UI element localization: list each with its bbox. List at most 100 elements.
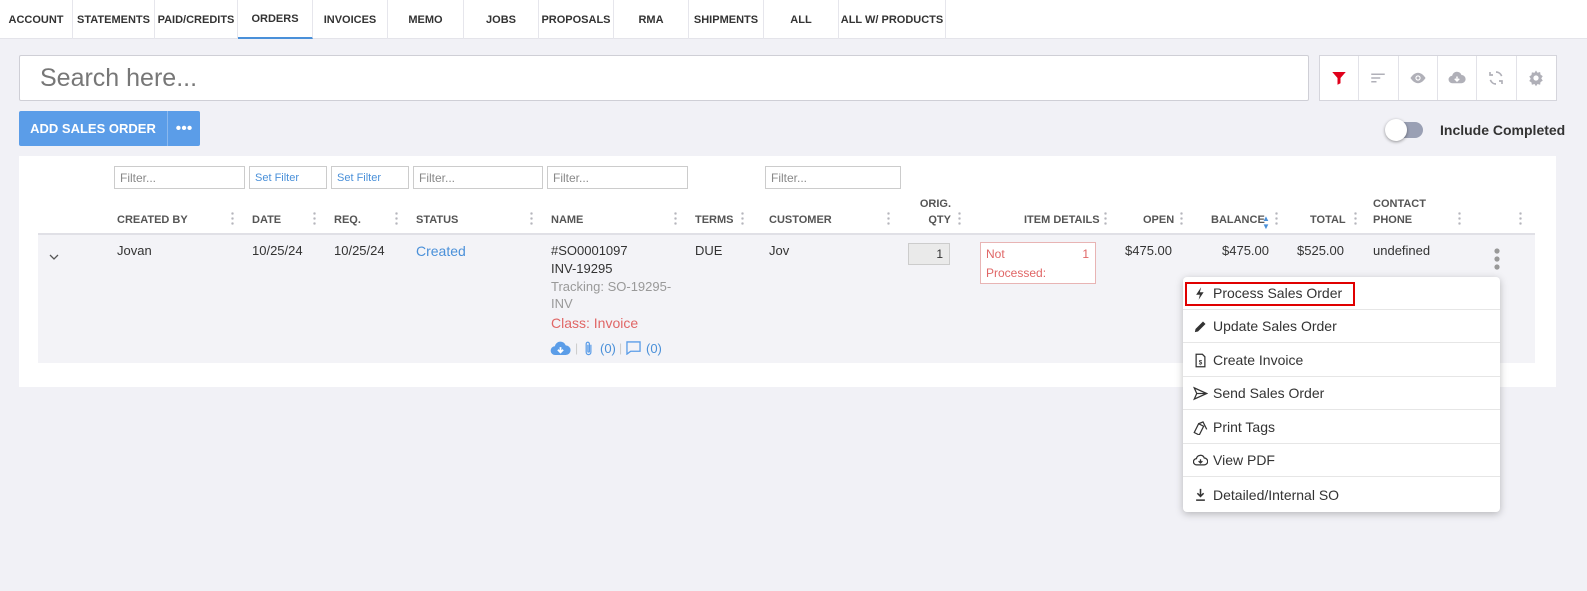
cell-open: $475.00 (1125, 243, 1172, 258)
sort-desc-icon: ▲ ▼ (1262, 214, 1270, 231)
menu-item-update-sales-order[interactable]: Update Sales Order (1183, 310, 1500, 343)
include-completed-label: Include Completed (1440, 122, 1566, 138)
cell-total: $525.00 (1297, 243, 1344, 258)
cell-tracking-line1: Tracking: SO-19295- (551, 279, 672, 294)
cloud-download-icon[interactable] (1438, 56, 1478, 100)
cloud-download-icon[interactable] (550, 340, 571, 361)
item-status-line2: Processed: (986, 266, 1047, 280)
cell-created-by: Jovan (117, 243, 152, 258)
filter-name[interactable]: Filter... (547, 166, 688, 189)
toggle-knob (1385, 119, 1407, 141)
filter-status[interactable]: Filter... (413, 166, 543, 189)
column-balance[interactable]: BALANCE (1211, 214, 1265, 226)
column-resize-handle[interactable] (395, 211, 398, 225)
column-resize-handle[interactable] (1354, 211, 1357, 225)
filter-req[interactable]: Set Filter (331, 166, 409, 189)
column-resize-handle[interactable] (313, 211, 316, 225)
column-customer[interactable]: CUSTOMER (769, 214, 832, 226)
column-resize-handle[interactable] (887, 211, 890, 225)
tab-statements[interactable]: STATEMENTS (73, 0, 155, 39)
tab-all-with-products[interactable]: ALL W/ PRODUCTS (839, 0, 946, 39)
menu-item-label: Process Sales Order (1213, 285, 1343, 301)
attachments-count[interactable]: (0) (600, 341, 616, 356)
column-date[interactable]: DATE (252, 214, 281, 226)
column-item-details[interactable]: ITEM DETAILS (1024, 214, 1100, 226)
add-sales-order-button[interactable]: ADD SALES ORDER (19, 111, 167, 146)
cell-balance: $475.00 (1222, 243, 1269, 258)
column-resize-handle[interactable] (1458, 211, 1461, 225)
sort-icon[interactable] (1359, 56, 1399, 100)
comment-icon[interactable] (626, 341, 641, 360)
toolbar (1319, 55, 1557, 101)
column-resize-handle[interactable] (958, 211, 961, 225)
orig-qty-input: 1 (908, 243, 950, 265)
column-contact-line2[interactable]: PHONE (1373, 214, 1412, 226)
tab-proposals[interactable]: PROPOSALS (539, 0, 614, 39)
download-icon (1183, 487, 1213, 502)
tab-paid-credits[interactable]: PAID/CREDITS (155, 0, 238, 39)
refresh-icon[interactable] (1477, 56, 1517, 100)
cell-invoice-number[interactable]: INV-19295 (551, 261, 612, 276)
menu-item-print-tags[interactable]: Print Tags (1183, 411, 1500, 444)
chevron-down-icon[interactable] (48, 250, 60, 268)
column-contact-line1[interactable]: CONTACT (1373, 198, 1426, 210)
cloud-download-icon (1183, 453, 1213, 468)
cell-req: 10/25/24 (334, 243, 385, 258)
item-status-line1: Not (986, 247, 1005, 261)
cell-status[interactable]: Created (416, 243, 466, 259)
filter-icon[interactable] (1320, 56, 1360, 100)
cell-customer[interactable]: Jov (769, 243, 789, 258)
tab-memo[interactable]: MEMO (388, 0, 464, 39)
gear-icon[interactable] (1517, 56, 1556, 100)
column-created-by[interactable]: CREATED BY (117, 214, 188, 226)
tab-invoices[interactable]: INVOICES (313, 0, 388, 39)
column-req[interactable]: REQ. (334, 214, 361, 226)
svg-text:$: $ (1198, 359, 1202, 366)
comments-count[interactable]: (0) (646, 341, 662, 356)
menu-item-label: Update Sales Order (1213, 318, 1337, 334)
column-status[interactable]: STATUS (416, 214, 458, 226)
column-resize-handle[interactable] (1104, 211, 1107, 225)
column-orig-qty-line2[interactable]: QTY (910, 214, 951, 226)
column-resize-handle[interactable] (741, 211, 744, 225)
menu-item-process-sales-order[interactable]: Process Sales Order (1183, 277, 1500, 310)
tab-orders[interactable]: ORDERS (238, 0, 313, 39)
filter-created-by[interactable]: Filter... (114, 166, 245, 189)
tab-jobs[interactable]: JOBS (464, 0, 539, 39)
column-resize-handle[interactable] (1180, 211, 1183, 225)
column-resize-handle[interactable] (530, 211, 533, 225)
tab-account[interactable]: ACCOUNT (0, 0, 73, 39)
column-resize-handle[interactable] (231, 211, 234, 225)
column-orig-qty-line1[interactable]: ORIG. (910, 198, 951, 210)
include-completed-toggle[interactable] (1385, 119, 1423, 141)
lightning-icon (1183, 286, 1213, 301)
column-total[interactable]: TOTAL (1310, 214, 1346, 226)
menu-item-detailed-internal-so[interactable]: Detailed/Internal SO (1183, 478, 1500, 511)
menu-item-view-pdf[interactable]: View PDF (1183, 444, 1500, 477)
row-kebab-menu-icon[interactable] (1493, 248, 1501, 275)
menu-item-label: View PDF (1213, 452, 1275, 468)
menu-item-label: Create Invoice (1213, 352, 1304, 368)
menu-item-send-sales-order[interactable]: Send Sales Order (1183, 377, 1500, 410)
tab-shipments[interactable]: SHIPMENTS (689, 0, 764, 39)
tab-all[interactable]: ALL (764, 0, 839, 39)
filter-date[interactable]: Set Filter (249, 166, 327, 189)
search-input[interactable]: Search here... (19, 55, 1309, 101)
item-details-box[interactable]: Not 1 Processed: (980, 242, 1096, 284)
column-resize-handle[interactable] (674, 211, 677, 225)
cell-order-number[interactable]: #SO0001097 (551, 243, 628, 258)
cell-contact-phone: undefined (1373, 243, 1431, 258)
column-resize-handle[interactable] (1275, 211, 1278, 225)
column-resize-handle[interactable] (1519, 211, 1522, 225)
separator: | (619, 341, 623, 355)
tab-rma[interactable]: RMA (614, 0, 689, 39)
filter-customer[interactable]: Filter... (765, 166, 901, 189)
column-name[interactable]: NAME (551, 214, 583, 226)
eye-icon[interactable] (1399, 56, 1438, 100)
column-terms[interactable]: TERMS (695, 214, 734, 226)
more-actions-button[interactable]: ••• (167, 111, 200, 146)
tab-bar: ACCOUNT STATEMENTS PAID/CREDITS ORDERS I… (0, 0, 1587, 39)
menu-item-create-invoice[interactable]: $ Create Invoice (1183, 344, 1500, 377)
paperclip-icon[interactable] (583, 341, 595, 361)
column-open[interactable]: OPEN (1143, 214, 1174, 226)
